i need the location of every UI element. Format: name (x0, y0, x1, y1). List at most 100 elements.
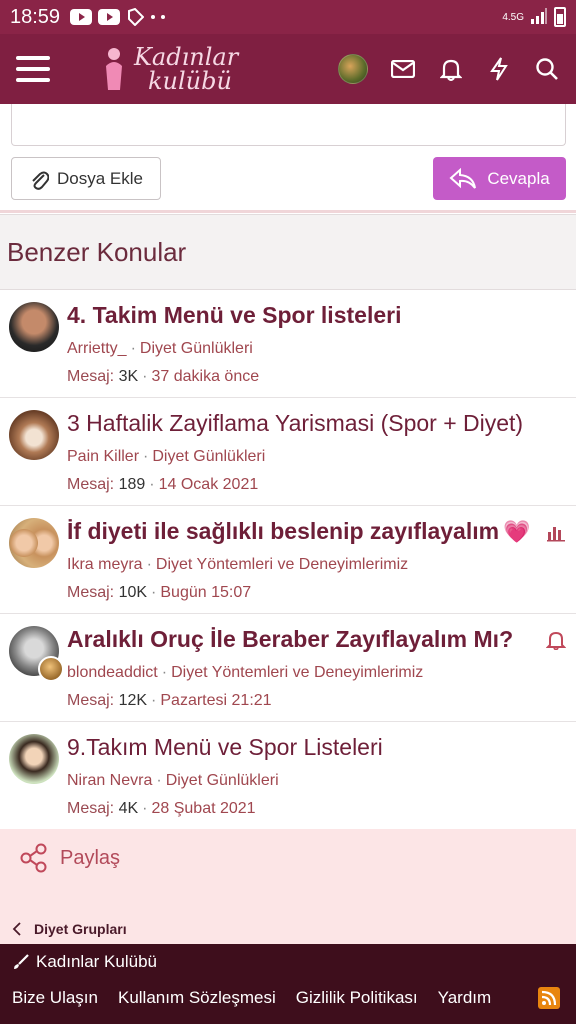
brush-icon (14, 954, 29, 969)
site-logo[interactable]: Kadınlar kulübü (100, 44, 238, 94)
tag-icon (126, 8, 145, 26)
thread-title[interactable]: 9.Takım Menü ve Spor Listeleri (67, 734, 383, 761)
sparkling-heart-icon: 💗 (503, 519, 531, 544)
thread-forum[interactable]: Diyet Günlükleri (140, 340, 253, 357)
avatar[interactable] (9, 518, 59, 568)
footer-brand[interactable]: Kadınlar Kulübü (12, 952, 157, 972)
message-count: 10K (118, 584, 148, 601)
message-count: 189 (118, 476, 146, 493)
status-bar: 18:59 4.5G (0, 0, 576, 34)
footer-link-terms[interactable]: Kullanım Sözleşmesi (118, 988, 276, 1008)
site-footer: Kadınlar Kulübü Bize Ulaşın Kullanım Söz… (0, 944, 576, 1024)
menu-icon[interactable] (16, 56, 50, 82)
similar-threads-heading: Benzer Konular (0, 214, 576, 290)
thread-author[interactable]: Niran Nevra (67, 772, 152, 789)
chevron-left-icon (12, 922, 21, 936)
breadcrumb-label: Diyet Grupları (34, 921, 127, 937)
thread-author[interactable]: Arrietty_ (67, 340, 127, 357)
thread-stats: Mesaj: 12K · Pazartesi 21:21 (67, 692, 272, 709)
thread-author[interactable]: Pain Killer (67, 448, 139, 465)
thread-meta: Niran Nevra · Diyet Günlükleri (67, 772, 279, 789)
lightning-icon[interactable] (486, 56, 512, 82)
last-activity: 37 dakika önce (151, 368, 260, 385)
thread-meta: blondeaddict · Diyet Yöntemleri ve Deneyim… (67, 664, 424, 681)
thread-title[interactable]: 3 Haftalik Zayiflama Yarismasi (Spor + D… (67, 410, 523, 437)
thread-title[interactable]: Aralıklı Oruç İle Beraber Zayıflayalım M… (67, 626, 513, 653)
messages-label: Mesaj: (67, 800, 115, 817)
breadcrumb[interactable]: Diyet Grupları (0, 914, 576, 944)
last-activity: Bugün 15:07 (160, 584, 252, 601)
thread-item[interactable]: 4. Takim Menü ve Spor listeleri Arrietty… (0, 290, 576, 398)
thread-forum[interactable]: Diyet Günlükleri (166, 772, 279, 789)
thread-forum[interactable]: Diyet Yöntemleri ve Deneyimlerimiz (156, 556, 408, 573)
footer-link-privacy[interactable]: Gizlilik Politikası (296, 988, 418, 1008)
thread-item[interactable]: İf diyeti ile sağlıklı beslenip zayıflay… (0, 506, 576, 614)
paperclip-icon (32, 171, 49, 190)
user-avatar[interactable] (338, 54, 368, 84)
thread-title-text: İf diyeti ile sağlıklı beslenip zayıflay… (67, 518, 500, 544)
status-right: 4.5G (502, 7, 566, 27)
search-icon[interactable] (534, 56, 560, 82)
avatar[interactable] (38, 656, 64, 682)
message-count: 3K (118, 368, 139, 385)
message-count: 12K (118, 692, 148, 709)
thread-stats: Mesaj: 189 · 14 Ocak 2021 (67, 476, 259, 493)
share-icon (20, 843, 47, 873)
footer-link-contact[interactable]: Bize Ulaşın (12, 988, 98, 1008)
avatar[interactable] (9, 734, 59, 784)
last-activity: Pazartesi 21:21 (160, 692, 272, 709)
youtube-icon (98, 9, 121, 25)
reply-button[interactable]: Cevapla (433, 157, 566, 200)
messages-label: Mesaj: (67, 476, 115, 493)
footer-link-help[interactable]: Yardım (438, 988, 492, 1008)
avatar[interactable] (9, 410, 59, 460)
thread-meta: Pain Killer · Diyet Günlükleri (67, 448, 266, 465)
bell-icon (546, 631, 566, 650)
more-dots-icon (150, 14, 166, 20)
thread-meta: Ikra meyra · Diyet Yöntemleri ve Deneyimle… (67, 556, 409, 573)
footer-brand-label: Kadınlar Kulübü (36, 952, 157, 971)
youtube-icon (70, 9, 93, 25)
attach-file-button[interactable]: Dosya Ekle (11, 157, 161, 200)
thread-author[interactable]: blondeaddict (67, 664, 158, 681)
battery-icon (554, 7, 566, 27)
last-activity: 28 Şubat 2021 (151, 800, 256, 817)
reply-label: Cevapla (487, 168, 550, 188)
avatar[interactable] (9, 302, 59, 352)
network-label: 4.5G (502, 11, 524, 23)
site-header: Kadınlar kulübü (0, 34, 576, 104)
reply-arrow-icon (449, 167, 477, 189)
logo-figure-icon (106, 48, 122, 90)
logo-line1: Kadınlar (134, 43, 239, 71)
thread-author[interactable]: Ikra meyra (67, 556, 143, 573)
divider (0, 210, 576, 213)
bar-chart-icon (547, 527, 565, 542)
status-time: 18:59 (10, 5, 61, 28)
similar-threads: Benzer Konular 4. Takim Menü ve Spor lis… (0, 214, 576, 830)
signal-icon (530, 7, 548, 27)
messages-label: Mesaj: (67, 368, 115, 385)
thread-meta: Arrietty_ · Diyet Günlükleri (67, 340, 253, 357)
rss-icon[interactable] (538, 987, 560, 1009)
share-button[interactable]: Paylaş (0, 829, 576, 914)
footer-links: Bize Ulaşın Kullanım Sözleşmesi Gizlilik… (12, 988, 491, 1008)
thread-forum[interactable]: Diyet Yöntemleri ve Deneyimlerimiz (171, 664, 423, 681)
message-count: 4K (118, 800, 139, 817)
thread-title[interactable]: 4. Takim Menü ve Spor listeleri (67, 302, 401, 329)
thread-item[interactable]: 9.Takım Menü ve Spor Listeleri Niran Nev… (0, 722, 576, 830)
reply-editor[interactable] (11, 104, 566, 146)
messages-label: Mesaj: (67, 692, 115, 709)
thread-item[interactable]: Aralıklı Oruç İle Beraber Zayıflayalım M… (0, 614, 576, 722)
attach-file-label: Dosya Ekle (57, 168, 143, 188)
thread-stats: Mesaj: 3K · 37 dakika önce (67, 368, 260, 385)
bell-icon[interactable] (438, 56, 464, 82)
thread-forum[interactable]: Diyet Günlükleri (152, 448, 265, 465)
thread-title[interactable]: İf diyeti ile sağlıklı beslenip zayıflay… (67, 518, 530, 545)
messages-label: Mesaj: (67, 584, 115, 601)
thread-stats: Mesaj: 4K · 28 Şubat 2021 (67, 800, 256, 817)
share-label: Paylaş (60, 847, 121, 869)
thread-item[interactable]: 3 Haftalik Zayiflama Yarismasi (Spor + D… (0, 398, 576, 506)
last-activity: 14 Ocak 2021 (158, 476, 259, 493)
envelope-icon[interactable] (390, 56, 416, 82)
logo-line2: kulübü (148, 67, 232, 95)
